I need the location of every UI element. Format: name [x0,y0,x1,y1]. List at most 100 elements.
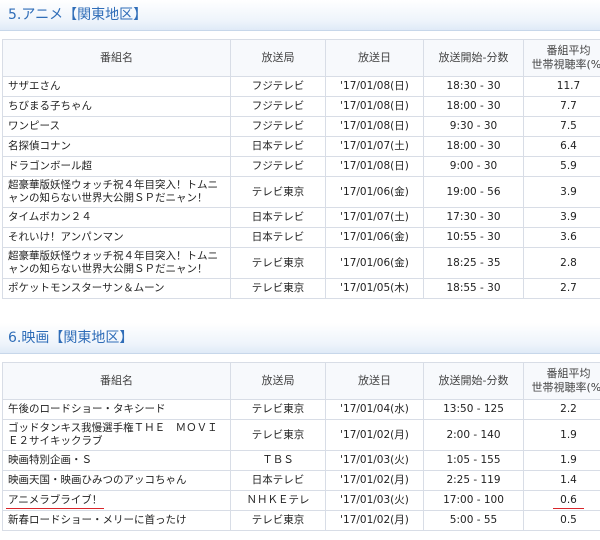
air-date-cell: '17/01/04(水) [325,399,424,420]
rating-cell: 2.8 [523,247,600,279]
rating-cell: 6.4 [523,136,600,157]
station-cell: フジテレビ [230,76,326,97]
rating-cell-text: 2.7 [560,282,577,294]
rating-cell-text: 5.9 [560,160,577,172]
ratings-table: 番組名 放送局 放送日 放送開始-分数 番組平均 世帯視聴率(%) サザエさん フジテレビ '1… [2,39,600,299]
rating-cell-text: 11.7 [556,80,581,92]
start-duration-cell: 2:25 - 119 [423,470,524,491]
air-date-cell: '17/01/08(日) [325,116,424,137]
station-cell: ＮＨＫＥテレ [230,490,326,511]
table-row: ワンピース フジテレビ '17/01/08(日) 9:30 - 30 7.5 [2,116,600,137]
station-cell-text: フジテレビ [251,80,305,92]
table-row: 映画天国・映画ひみつのアッコちゃん 日本テレビ '17/01/02(月) 2:25 -… [2,470,600,491]
ratings-page: 5.アニメ【関東地区】 番組名 放送局 放送日 放送開始-分数 番組平均 世帯視聴率(%) サ… [0,0,600,531]
air-date-cell-text: '17/01/04(水) [340,403,409,415]
start-duration-cell: 18:00 - 30 [423,136,524,157]
program-name-cell-text: 名探偵コナン [8,140,71,152]
program-name-cell: それいけ！アンパンマン [2,227,231,248]
air-date-cell: '17/01/07(土) [325,136,424,157]
ratings-table: 番組名 放送局 放送日 放送開始-分数 番組平均 世帯視聴率(%) 午後のロードショー・タキ… [2,362,600,531]
start-duration-cell-text: 18:00 - 30 [446,140,501,152]
start-duration-cell-text: 18:00 - 30 [446,100,501,112]
start-duration-cell: 19:00 - 56 [423,176,524,208]
highlight-underline-name [6,508,104,509]
station-cell-text: 日本テレビ [251,231,305,243]
station-cell: テレビ東京 [230,247,326,279]
program-name-cell: ちびまる子ちゃん [2,96,231,117]
start-duration-cell-text: 9:30 - 30 [449,120,498,132]
program-name-header: 番組名 [2,362,231,400]
air-date-cell-text: '17/01/02(月) [340,428,409,441]
table-row: それいけ！アンパンマン 日本テレビ '17/01/06(金) 10:55 - 30 3.… [2,227,600,248]
air-date-cell: '17/01/02(月) [325,510,424,531]
air-date-cell-text: '17/01/06(金) [340,256,409,269]
program-name-cell: 超豪華版妖怪ウォッチ祝４年目突入！トムニャンの知らない世界大公開ＳＰだニャン！ [2,247,231,279]
rating-cell-text: 7.7 [560,100,577,112]
section-heading-category: 5.アニメ [8,7,64,23]
air-date-cell-text: '17/01/05(木) [340,282,409,294]
start-duration-cell: 18:55 - 30 [423,278,524,299]
station-cell-text: ＴＢＳ [262,454,294,466]
section-heading-category: 6.映画 [8,330,50,346]
start-duration-cell-text: 17:00 - 100 [443,494,504,506]
program-name-cell-text: ワンピース [8,120,60,132]
station-header: 放送局 [230,362,326,400]
rating-header-line2: 世帯視聴率(%) [531,381,600,394]
program-name-cell: ポケットモンスターサン＆ムーン [2,278,231,299]
program-name-cell: サザエさん [2,76,231,97]
start-duration-cell: 10:55 - 30 [423,227,524,248]
ratings-section: 6.映画【関東地区】番組名 放送局 放送日 放送開始-分数 番組平均 世帯視聴率(%) 午後… [0,323,600,531]
air-date-cell: '17/01/06(金) [325,227,424,248]
start-duration-header: 放送開始-分数 [423,39,524,77]
rating-header-line1: 番組平均 [546,44,591,57]
table-row: タイムボカン２４ 日本テレビ '17/01/07(土) 17:30 - 30 3.9 [2,207,600,228]
rating-cell-text: 1.4 [560,474,577,486]
start-duration-cell-text: 10:55 - 30 [446,231,501,243]
station-cell-text: 日本テレビ [251,140,305,152]
rating-cell: 5.9 [523,156,600,177]
rating-cell-text: 3.9 [560,185,577,198]
rating-cell: 0.5 [523,510,600,531]
rating-cell: 0.6 [523,490,600,511]
rating-cell: 2.2 [523,399,600,420]
start-duration-cell-text: 2:25 - 119 [446,474,501,486]
program-name-cell: ドラゴンボール超 [2,156,231,177]
table-row: 映画特別企画・Ｓ ＴＢＳ '17/01/03(火) 1:05 - 155 1.9 [2,450,600,471]
section-heading-region: 【関東地区】 [63,7,148,23]
program-name-cell: 映画特別企画・Ｓ [2,450,231,471]
air-date-cell: '17/01/08(日) [325,96,424,117]
rating-cell: 2.7 [523,278,600,299]
table-header-row: 番組名 放送局 放送日 放送開始-分数 番組平均 世帯視聴率(%) [2,39,600,77]
program-name-cell: 超豪華版妖怪ウォッチ祝４年目突入！トムニャンの知らない世界大公開ＳＰだニャン！ [2,176,231,208]
station-cell: ＴＢＳ [230,450,326,471]
rating-cell-text: 3.9 [560,211,577,223]
ratings-section: 5.アニメ【関東地区】 番組名 放送局 放送日 放送開始-分数 番組平均 世帯視聴率(%) サ… [0,0,600,299]
station-cell: テレビ東京 [230,419,326,451]
table-row: ポケットモンスターサン＆ムーン テレビ東京 '17/01/05(木) 18:55 - … [2,278,600,299]
table-header-row: 番組名 放送局 放送日 放送開始-分数 番組平均 世帯視聴率(%) [2,362,600,400]
air-date-cell-text: '17/01/03(火) [340,454,409,466]
section-heading-region: 【関東地区】 [49,330,134,346]
station-cell-text: テレビ東京 [251,282,305,294]
rating-header: 番組平均 世帯視聴率(%) [523,362,600,400]
air-date-cell: '17/01/05(木) [325,278,424,299]
start-duration-cell: 18:00 - 30 [423,96,524,117]
station-cell-text: 日本テレビ [251,211,305,223]
station-cell: 日本テレビ [230,207,326,228]
start-duration-header: 放送開始-分数 [423,362,524,400]
program-name-cell: アニメラブライブ！ [2,490,231,511]
rating-cell: 1.4 [523,470,600,491]
table-row: サザエさん フジテレビ '17/01/08(日) 18:30 - 30 11.7 [2,76,600,97]
rating-cell: 1.9 [523,450,600,471]
station-cell: フジテレビ [230,156,326,177]
start-duration-cell: 13:50 - 125 [423,399,524,420]
rating-cell: 7.5 [523,116,600,137]
start-duration-cell-text: 19:00 - 56 [446,185,501,198]
rating-cell-text: 0.5 [560,514,577,526]
station-cell-text: テレビ東京 [251,514,305,526]
program-name-cell-text: ドラゴンボール超 [8,160,92,172]
rating-cell-text: 2.8 [560,256,577,269]
program-name-cell: ゴッドタンキス我慢選手権ＴＨＥ ＭＯＶＩＥ２サイキックラブ [2,419,231,451]
program-name-cell-text: ちびまる子ちゃん [8,100,92,112]
air-date-cell: '17/01/02(月) [325,470,424,491]
